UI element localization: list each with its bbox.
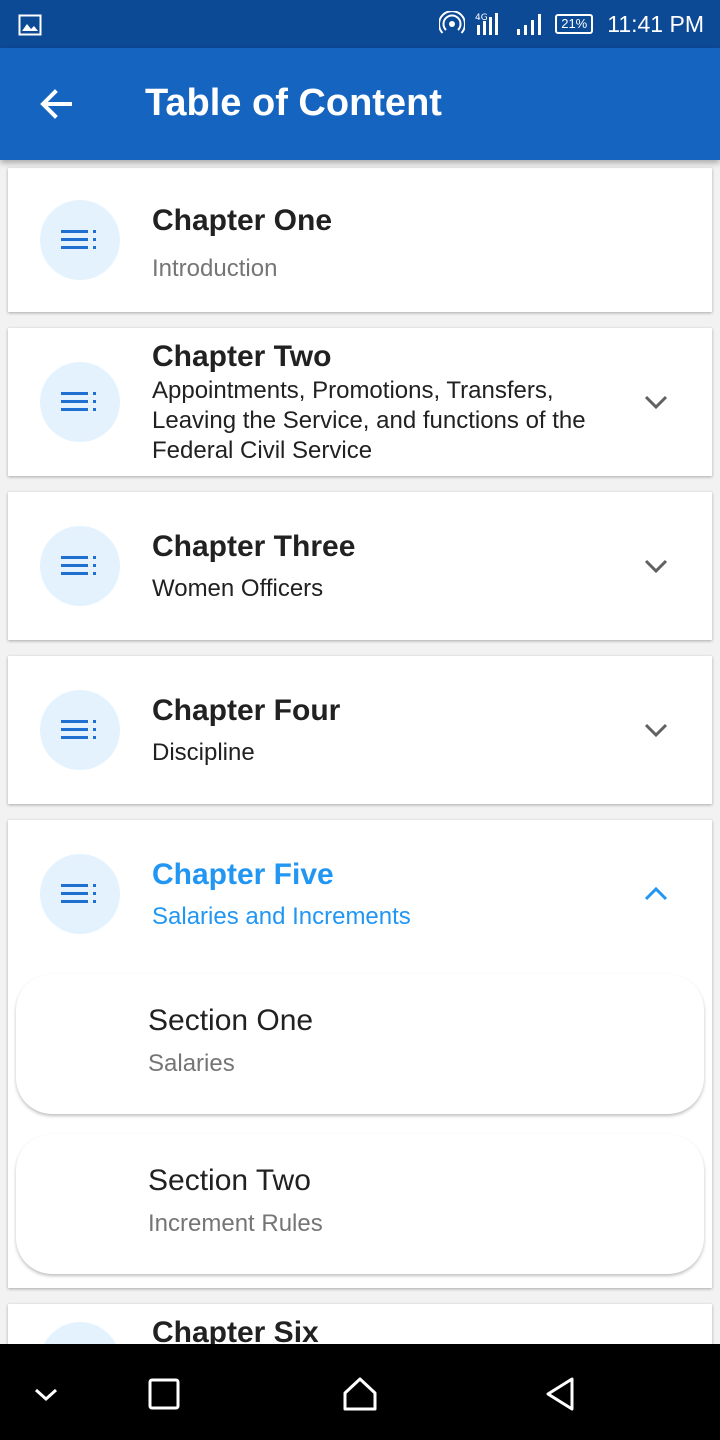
chapter-list: Chapter One Introduction Chapter Two App…	[0, 160, 720, 1344]
status-bar: 4G 21% 11:41 PM	[0, 0, 720, 48]
chapter-title: Chapter Four	[152, 694, 341, 727]
section-subtitle: Increment Rules	[148, 1210, 323, 1237]
chapter-icon-circle	[40, 526, 120, 606]
list-icon	[61, 392, 96, 411]
chapter-card-six[interactable]: Chapter Six	[8, 1304, 712, 1344]
chapter-subtitle: Salaries and Increments	[152, 903, 411, 930]
chevron-down-icon[interactable]	[640, 714, 672, 746]
system-navigation-bar	[0, 1344, 720, 1440]
section-item-one[interactable]: Section One Salaries	[16, 974, 704, 1114]
list-icon	[61, 230, 96, 249]
chevron-up-icon[interactable]	[640, 878, 672, 910]
chapter-card-three[interactable]: Chapter Three Women Officers	[8, 492, 712, 640]
chapter-subtitle: Discipline	[152, 739, 255, 766]
chapter-icon-circle	[40, 200, 120, 280]
chapter-subtitle: Women Officers	[152, 575, 324, 602]
chapter-title: Chapter Six	[152, 1316, 319, 1344]
page-title: Table of Content	[145, 82, 442, 124]
list-icon	[61, 884, 96, 903]
chapter-icon-circle	[40, 690, 120, 770]
chevron-down-icon[interactable]	[26, 1374, 66, 1414]
chapter-card-five[interactable]: Chapter Five Salaries and Increments Sec…	[8, 820, 712, 1288]
signal-4g-icon: 4G	[475, 13, 499, 35]
chapter-card-two[interactable]: Chapter Two Appointments, Promotions, Tr…	[8, 328, 712, 476]
list-icon	[61, 556, 96, 575]
battery-indicator: 21%	[555, 14, 594, 34]
chapter-title: Chapter Two	[152, 340, 332, 373]
section-title: Section Two	[148, 1164, 311, 1197]
section-title: Section One	[148, 1004, 314, 1037]
home-icon[interactable]	[340, 1374, 380, 1414]
chapter-subtitle: Introduction	[152, 255, 278, 282]
app-bar: Table of Content	[0, 48, 720, 160]
section-subtitle: Salaries	[148, 1050, 235, 1077]
chapter-icon-circle	[40, 1322, 120, 1344]
chapter-icon-circle	[40, 362, 120, 442]
chapter-card-four[interactable]: Chapter Four Discipline	[8, 656, 712, 804]
gallery-icon	[18, 14, 42, 36]
list-icon	[61, 720, 96, 739]
signal-bars-icon	[517, 14, 542, 35]
section-item-two[interactable]: Section Two Increment Rules	[16, 1134, 704, 1274]
status-time: 11:41 PM	[607, 10, 704, 37]
chevron-down-icon[interactable]	[640, 386, 672, 418]
chevron-down-icon[interactable]	[640, 550, 672, 582]
arrow-back-icon[interactable]	[36, 84, 76, 124]
recents-square-icon[interactable]	[144, 1374, 184, 1414]
chapter-subtitle: Appointments, Promotions, Transfers, Lea…	[152, 377, 586, 464]
chapter-icon-circle	[40, 854, 120, 934]
hotspot-icon	[439, 11, 466, 34]
chapter-title: Chapter Three	[152, 530, 356, 563]
chapter-title: Chapter Five	[152, 858, 334, 891]
chapter-title: Chapter One	[152, 204, 333, 237]
chapter-card-one[interactable]: Chapter One Introduction	[8, 168, 712, 312]
back-triangle-icon[interactable]	[540, 1374, 580, 1414]
